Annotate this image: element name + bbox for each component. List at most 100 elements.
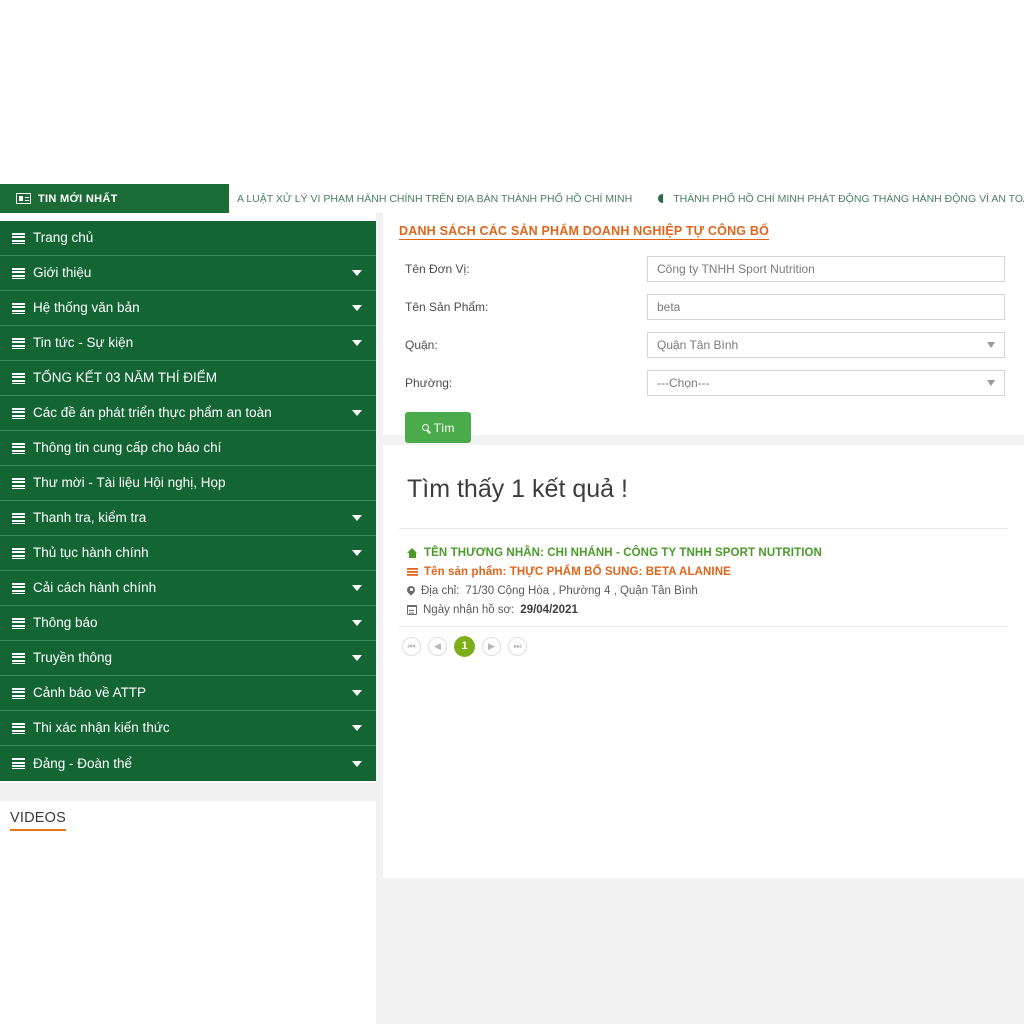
form-row-district: Quận: Quận Tân Bình bbox=[399, 332, 1008, 358]
sidebar-item-8[interactable]: Thư mời - Tài liệu Hội nghị, Họp bbox=[0, 466, 376, 501]
sidebar-item-label: Trang chủ bbox=[33, 230, 94, 246]
sidebar-item-6[interactable]: Các đề án phát triển thực phẩm an toàn bbox=[0, 396, 376, 431]
sidebar-item-label: Thi xác nhận kiến thức bbox=[33, 720, 170, 736]
result-product-link[interactable]: Tên sản phẩm: THỰC PHẨM BỔ SUNG: BETA AL… bbox=[424, 566, 731, 578]
search-panel: DANH SÁCH CÁC SẢN PHẨM DOANH NGHIỆP TỰ C… bbox=[383, 213, 1024, 443]
sidebar-item-label: Thông báo bbox=[33, 615, 98, 631]
list-bars-icon bbox=[12, 302, 25, 314]
result-merchant-line: TÊN THƯƠNG NHÂN: CHI NHÁNH - CÔNG TY TNH… bbox=[407, 547, 1008, 559]
sidebar-item-label: Thủ tục hành chính bbox=[33, 545, 149, 561]
main-content: DANH SÁCH CÁC SẢN PHẨM DOANH NGHIỆP TỰ C… bbox=[376, 213, 1024, 1024]
date-label: Ngày nhận hồ sơ: bbox=[423, 604, 515, 616]
list-bars-icon bbox=[12, 512, 25, 524]
pagination-next-button[interactable]: ▶ bbox=[482, 637, 501, 656]
ward-select[interactable]: ---Chọn--- bbox=[647, 370, 1005, 396]
form-row-ward: Phường: ---Chọn--- bbox=[399, 370, 1008, 396]
product-input[interactable]: beta bbox=[647, 294, 1005, 320]
list-bars-icon bbox=[12, 582, 25, 594]
chevron-down-icon bbox=[987, 380, 995, 386]
sidebar-item-3[interactable]: Hệ thống văn bản bbox=[0, 291, 376, 326]
chevron-down-icon bbox=[987, 342, 995, 348]
calendar-icon bbox=[406, 604, 417, 615]
sidebar-item-15[interactable]: Thi xác nhận kiến thức bbox=[0, 711, 376, 746]
sidebar-item-label: Tin tức - Sự kiện bbox=[33, 335, 134, 351]
list-bars-icon bbox=[12, 687, 25, 699]
chevron-down-icon[interactable] bbox=[352, 760, 362, 767]
address-label: Địa chỉ: bbox=[421, 585, 460, 597]
sidebar-item-14[interactable]: Cảnh báo về ATTP bbox=[0, 676, 376, 711]
district-select[interactable]: Quận Tân Bình bbox=[647, 332, 1005, 358]
unit-input[interactable]: Công ty TNHH Sport Nutrition bbox=[647, 256, 1005, 282]
newspaper-icon bbox=[16, 193, 31, 204]
pagination-last-button[interactable]: ⏭ bbox=[508, 637, 527, 656]
search-button[interactable]: Tìm bbox=[405, 412, 471, 443]
list-bars-icon bbox=[12, 547, 25, 559]
chevron-down-icon[interactable] bbox=[352, 655, 362, 661]
sidebar-item-label: Thanh tra, kiểm tra bbox=[33, 510, 147, 526]
sidebar-item-label: Giới thiệu bbox=[33, 265, 92, 281]
sidebar-item-11[interactable]: Cải cách hành chính bbox=[0, 571, 376, 606]
sidebar-item-5[interactable]: TỔNG KẾT 03 NĂM THÍ ĐIỂM bbox=[0, 361, 376, 396]
sidebar-item-label: Hệ thống văn bản bbox=[33, 300, 140, 316]
district-select-value: Quận Tân Bình bbox=[657, 338, 739, 352]
sidebar-item-10[interactable]: Thủ tục hành chính bbox=[0, 536, 376, 571]
list-bars-icon bbox=[12, 232, 25, 244]
magnifier-icon bbox=[421, 424, 429, 431]
product-input-value: beta bbox=[657, 300, 681, 314]
chevron-down-icon[interactable] bbox=[352, 270, 362, 276]
list-bars-icon bbox=[12, 407, 25, 419]
chevron-down-icon[interactable] bbox=[352, 305, 362, 311]
sidebar-item-13[interactable]: Truyền thông bbox=[0, 641, 376, 676]
sidebar-item-label: Cảnh báo về ATTP bbox=[33, 685, 147, 701]
sidebar-item-label: Thông tin cung cấp cho báo chí bbox=[33, 440, 222, 456]
sidebar-item-1[interactable]: Trang chủ bbox=[0, 221, 376, 256]
ward-select-value: ---Chọn--- bbox=[657, 376, 710, 390]
chevron-down-icon[interactable] bbox=[352, 550, 362, 556]
result-item: TÊN THƯƠNG NHÂN: CHI NHÁNH - CÔNG TY TNH… bbox=[399, 528, 1008, 616]
pagination-page-1[interactable]: 1 bbox=[454, 636, 475, 657]
ticker-bullet-icon bbox=[658, 194, 668, 203]
sidebar-item-label: TỔNG KẾT 03 NĂM THÍ ĐIỂM bbox=[33, 370, 218, 386]
results-panel: Tìm thấy 1 kết quả ! TÊN THƯƠNG NHÂN: CH… bbox=[383, 445, 1024, 878]
breaking-news-bar: TIN MỚI NHẤT A LUẬT XỬ LÝ VI PHẠM HÀNH C… bbox=[0, 184, 1024, 213]
sidebar-item-4[interactable]: Tin tức - Sự kiện bbox=[0, 326, 376, 361]
pagination: ⏮ ◀ 1 ▶ ⏭ bbox=[399, 626, 1008, 657]
chevron-down-icon[interactable] bbox=[352, 515, 362, 521]
sidebar-item-label: Truyền thông bbox=[33, 650, 113, 666]
list-bars-icon bbox=[12, 758, 25, 769]
sidebar-item-16[interactable]: Đảng - Đoàn thể bbox=[0, 746, 376, 781]
result-date-line: Ngày nhận hồ sơ: 29/04/2021 bbox=[406, 604, 1008, 616]
chevron-down-icon[interactable] bbox=[352, 725, 362, 731]
form-row-unit: Tên Đơn Vị: Công ty TNHH Sport Nutrition bbox=[399, 256, 1008, 282]
product-label: Tên Sản Phẩm: bbox=[405, 300, 489, 314]
panel-title-link[interactable]: DANH SÁCH CÁC SẢN PHẨM DOANH NGHIỆP TỰ C… bbox=[399, 224, 770, 240]
result-merchant-link[interactable]: TÊN THƯƠNG NHÂN: CHI NHÁNH - CÔNG TY TNH… bbox=[424, 547, 822, 559]
date-value: 29/04/2021 bbox=[520, 604, 578, 616]
chevron-down-icon[interactable] bbox=[352, 410, 362, 416]
chevron-down-icon[interactable] bbox=[352, 620, 362, 626]
pagination-prev-button[interactable]: ◀ bbox=[428, 637, 447, 656]
breaking-news-label: TIN MỚI NHẤT bbox=[38, 192, 118, 205]
sidebar-item-label: Thư mời - Tài liệu Hội nghị, Họp bbox=[33, 475, 226, 491]
breaking-news-badge: TIN MỚI NHẤT bbox=[0, 184, 226, 213]
map-pin-icon bbox=[407, 586, 415, 597]
list-bars-icon bbox=[12, 337, 25, 349]
chevron-down-icon[interactable] bbox=[352, 690, 362, 696]
pagination-first-button[interactable]: ⏮ bbox=[402, 637, 421, 656]
sidebar-item-7[interactable]: Thông tin cung cấp cho báo chí bbox=[0, 431, 376, 466]
sidebar-gap bbox=[0, 783, 376, 801]
list-bars-icon bbox=[12, 372, 25, 384]
ticker-item[interactable]: A LUẬT XỬ LÝ VI PHẠM HÀNH CHÍNH TRÊN ĐỊA… bbox=[237, 193, 632, 205]
list-bars-icon bbox=[12, 477, 25, 489]
sidebar-item-9[interactable]: Thanh tra, kiểm tra bbox=[0, 501, 376, 536]
ticker-item[interactable]: THÀNH PHỐ HỒ CHÍ MINH PHÁT ĐỘNG THÁNG HÀ… bbox=[658, 193, 1024, 205]
chevron-down-icon[interactable] bbox=[352, 340, 362, 346]
list-bars-icon bbox=[12, 722, 25, 734]
sidebar-item-2[interactable]: Giới thiệu bbox=[0, 256, 376, 291]
sidebar-item-label: Đảng - Đoàn thể bbox=[33, 755, 133, 771]
sidebar-item-12[interactable]: Thông báo bbox=[0, 606, 376, 641]
list-bars-icon bbox=[12, 652, 25, 664]
chevron-down-icon[interactable] bbox=[352, 585, 362, 591]
unit-label: Tên Đơn Vị: bbox=[405, 262, 470, 276]
ward-label: Phường: bbox=[405, 376, 453, 390]
